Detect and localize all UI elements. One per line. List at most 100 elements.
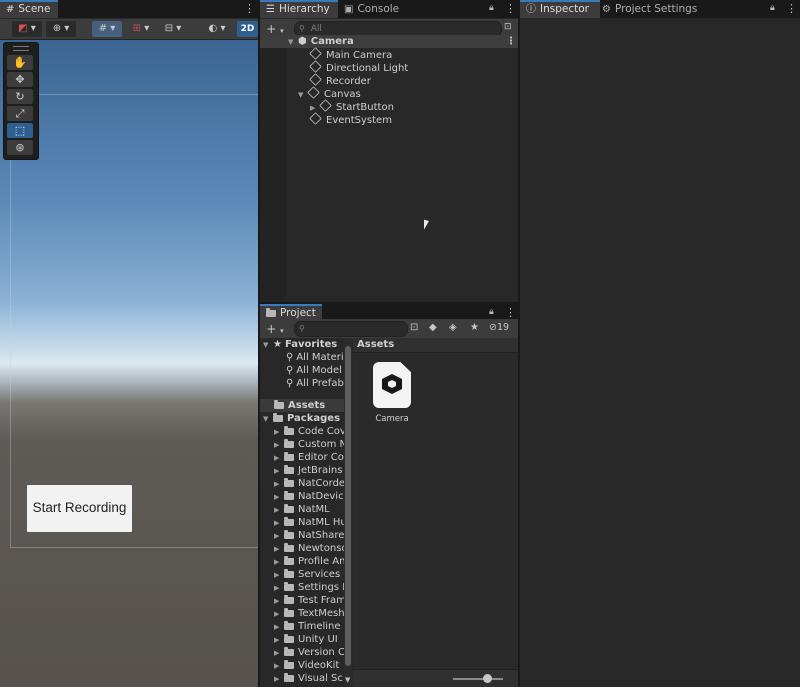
package-folder[interactable]: ▶ Services <box>260 568 344 581</box>
package-folder[interactable]: ▶ Version C <box>260 646 344 659</box>
hierarchy-item[interactable]: Recorder <box>260 73 518 87</box>
favorite-item[interactable]: ⚲ All Materi <box>260 351 344 364</box>
package-folder[interactable]: ▶ NatCorde <box>260 477 344 490</box>
scroll-down-icon[interactable]: ▼ <box>345 676 350 684</box>
scene-more-menu-icon[interactable]: ⋮ <box>506 35 516 48</box>
gear-icon: ⚙ <box>602 4 611 15</box>
hierarchy-item[interactable]: ▶ StartButton <box>260 99 518 113</box>
package-folder[interactable]: ▶ Editor Cor <box>260 451 344 464</box>
package-folder[interactable]: ▶ NatML Hu <box>260 516 344 529</box>
inspector-tabbar: ⓘ Inspector ⚙ Project Settings 🔒︎ ⋮ <box>520 0 800 18</box>
create-button[interactable]: + ▾ <box>264 321 286 337</box>
scene-tabbar: # Scene ⋮ <box>0 0 258 18</box>
package-folder[interactable]: ▶ Unity UI <box>260 633 344 646</box>
zoom-slider[interactable] <box>453 678 503 680</box>
asset-item[interactable]: Camera <box>369 362 419 432</box>
palette-drag-handle[interactable] <box>13 46 29 51</box>
move-tool-icon[interactable]: ✥ <box>7 72 33 87</box>
tab-console[interactable]: ▣ Console <box>338 0 407 18</box>
grid-snap-icon: # <box>98 23 108 34</box>
hierarchy-item[interactable]: Directional Light <box>260 60 518 74</box>
package-folder[interactable]: ▶ VideoKit <box>260 659 344 672</box>
scale-tool-icon[interactable]: ⤢ <box>7 106 33 121</box>
collapse-arrow-icon[interactable]: ▶ <box>274 673 284 686</box>
inspector-panel: ⓘ Inspector ⚙ Project Settings 🔒︎ ⋮ <box>520 0 800 687</box>
asset-breadcrumb[interactable]: Assets <box>353 338 518 353</box>
folder-icon <box>284 426 294 435</box>
star-icon: ★ <box>273 339 282 350</box>
folder-icon <box>284 660 294 669</box>
package-folder[interactable]: ▶ NatShare <box>260 529 344 542</box>
search-icon: ⚲ <box>299 24 305 33</box>
favorite-icon[interactable]: ★ <box>470 322 479 333</box>
tab-project-settings[interactable]: ⚙ Project Settings <box>596 0 705 18</box>
unity-scene-asset-icon <box>373 362 411 408</box>
favorite-item[interactable]: ⚲ All Model <box>260 364 344 377</box>
rotate-tool-icon[interactable]: ↻ <box>7 89 33 104</box>
gameobject-icon <box>309 112 322 125</box>
lock-icon[interactable]: 🔒︎ <box>489 307 494 317</box>
lock-icon[interactable]: 🔒︎ <box>770 3 775 13</box>
increment-snap-button[interactable]: ⊞ ▾ <box>126 21 156 37</box>
hierarchy-item[interactable]: ▼ Canvas <box>260 86 518 100</box>
package-folder[interactable]: ▶ Profile An <box>260 555 344 568</box>
package-folder[interactable]: ▶ NatDevic <box>260 490 344 503</box>
packages-header[interactable]: ▼ Packages <box>260 412 344 425</box>
folder-icon <box>284 543 294 552</box>
hierarchy-item[interactable]: Main Camera <box>260 47 518 61</box>
transform-tool-icon[interactable]: ⊛ <box>7 140 33 155</box>
snap-icon: ⊞ <box>132 23 142 34</box>
search-icon: ⚲ <box>286 378 294 389</box>
folder-icon <box>284 530 294 539</box>
hierarchy-scene-row[interactable]: ▼ ⬢ Camera ⋮ <box>260 35 518 48</box>
folder-icon <box>284 569 294 578</box>
package-folder[interactable]: ▶ Custom N <box>260 438 344 451</box>
mouse-cursor-icon <box>424 219 434 233</box>
scene-more-icon[interactable]: ⋮ <box>244 0 255 18</box>
grid-icon: # <box>6 4 15 15</box>
gizmo-button[interactable]: ⊟ ▾ <box>158 21 188 37</box>
project-toolbar: + ▾ ⚲ ⊡ ◆ ◈ ★ ⊘19 <box>260 319 518 340</box>
package-folder[interactable]: ▶ Newtonso <box>260 542 344 555</box>
package-folder[interactable]: ▶ Visual Sc <box>260 672 344 685</box>
grid-snap-button[interactable]: # ▾ <box>92 21 122 37</box>
hierarchy-panel: ☰ Hierarchy ▣ Console 🔒︎ ⋮ + ▾ ⚲ All ⊡ ▼ ⬢ C… <box>260 0 518 302</box>
start-recording-button[interactable]: Start Recording <box>27 485 132 532</box>
lock-icon[interactable]: 🔒︎ <box>489 3 494 13</box>
filter-by-label-icon[interactable]: ◈ <box>449 322 457 333</box>
asset-footer <box>353 669 518 687</box>
console-icon: ▣ <box>344 4 354 15</box>
package-folder[interactable]: ▶ Code Cov <box>260 425 344 438</box>
global-toggle-button[interactable]: ⊕ ▾ <box>46 21 76 37</box>
tab-inspector[interactable]: ⓘ Inspector <box>520 0 600 18</box>
hand-tool-icon[interactable]: ✋ <box>7 55 33 70</box>
package-folder[interactable]: ▶ Test Fram <box>260 594 344 607</box>
tree-scrollbar[interactable]: ▼ <box>344 338 352 687</box>
draw-mode-button[interactable]: ◩ ▾ <box>12 21 42 37</box>
hierarchy-item[interactable]: EventSystem <box>260 112 518 126</box>
package-folder[interactable]: ▶ Timeline <box>260 620 344 633</box>
favorite-item[interactable]: ⚲ All Prefab <box>260 377 344 390</box>
package-folder[interactable]: ▶ JetBrains <box>260 464 344 477</box>
search-by-type-icon[interactable]: ⊡ <box>410 322 418 333</box>
package-folder[interactable]: ▶Settings M <box>260 581 344 594</box>
toggle-2d-button[interactable]: 2D <box>237 21 258 37</box>
scene-visibility-icon[interactable]: ⊡ <box>504 22 512 32</box>
tool-palette: ✋ ✥ ↻ ⤢ ⬚ ⊛ <box>3 42 39 160</box>
hierarchy-more-icon[interactable]: ⋮ <box>505 0 516 18</box>
favorites-header[interactable]: ▼ ★ Favorites <box>260 338 344 351</box>
scene-toolbar: ◩ ▾ ⊕ ▾ # ▾ ⊞ ▾ ⊟ ▾ ◐ ▾ 2D <box>0 19 258 40</box>
tab-hierarchy[interactable]: ☰ Hierarchy <box>260 0 338 18</box>
project-search-input[interactable]: ⚲ <box>294 321 408 337</box>
hidden-packages-toggle[interactable]: ⊘19 <box>489 322 509 333</box>
inspector-more-icon[interactable]: ⋮ <box>786 0 797 18</box>
package-folder[interactable]: ▶ TextMesh <box>260 607 344 620</box>
assets-folder[interactable]: Assets <box>260 399 344 412</box>
rect-tool-icon[interactable]: ⬚ <box>7 123 33 138</box>
package-folder[interactable]: ▶ NatML <box>260 503 344 516</box>
tree-scrollbar-thumb[interactable] <box>345 346 351 666</box>
shading-button[interactable]: ◐ ▾ <box>202 21 232 37</box>
filter-by-type-icon[interactable]: ◆ <box>429 322 437 333</box>
tab-scene[interactable]: # Scene <box>0 0 59 18</box>
zoom-slider-handle[interactable] <box>483 674 492 683</box>
